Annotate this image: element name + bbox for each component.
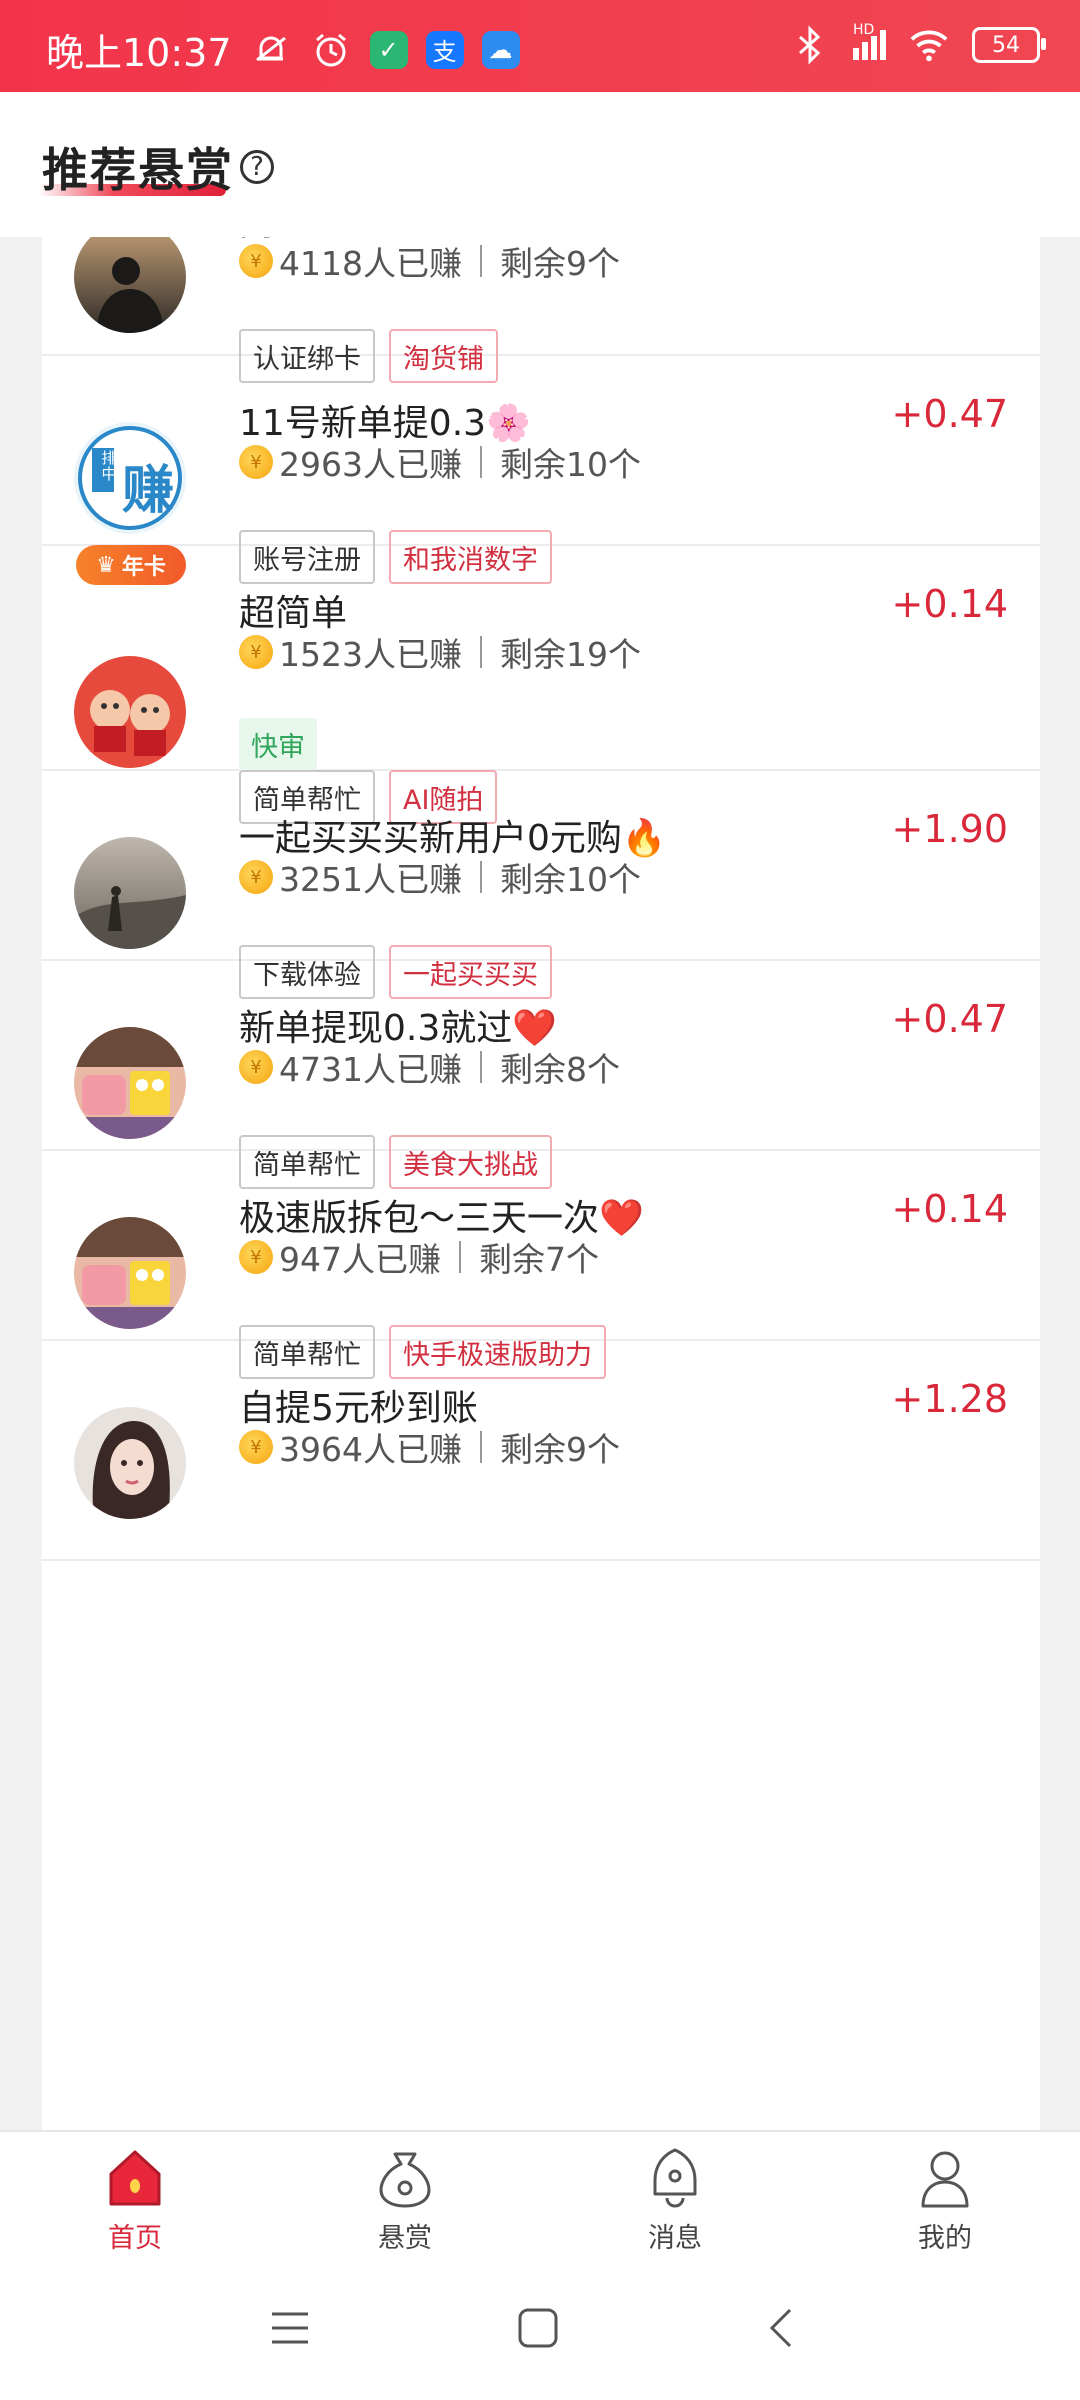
task-avatar — [74, 237, 186, 333]
system-nav-bar — [0, 2262, 1080, 2400]
task-earned-count: 3964人已赚 — [279, 1430, 462, 1469]
network-type: HD — [853, 22, 875, 38]
task-list-item[interactable]: 新单提现0.3就过❤️ +0.47 ¥4731人已赚 剩余8个 简单帮忙 美食大挑战 — [42, 961, 1040, 1189]
coin-icon: ¥ — [239, 860, 273, 894]
task-avatar — [74, 1027, 186, 1139]
task-avatar — [74, 1217, 186, 1329]
task-remaining: 剩余10个 — [499, 445, 641, 484]
task-remaining: 剩余9个 — [499, 1430, 620, 1469]
coin-icon: ¥ — [239, 1430, 273, 1464]
stats-divider — [479, 1051, 482, 1083]
task-avatar — [74, 837, 186, 949]
stats-divider — [479, 245, 482, 277]
stats-divider — [459, 1241, 461, 1273]
nav-home-label: 首页 — [108, 2223, 162, 2254]
home-icon — [109, 2150, 161, 2206]
task-reward: +1.28 — [891, 1377, 1008, 1421]
task-stats: ¥3251人已赚 剩余10个 — [239, 853, 641, 901]
task-list-item[interactable]: 排中赚 ♛ 年卡 11号新单提0.3🌸 +0.47 ¥2963人已赚 剩余10个 账号注册 和我… — [42, 356, 1040, 585]
coin-icon: ¥ — [239, 635, 273, 669]
page-title-text: 推荐悬赏 — [42, 143, 234, 197]
task-avatar — [74, 1407, 186, 1519]
stats-divider — [479, 861, 482, 893]
bottom-nav: 首页 悬赏 消息 我的 — [0, 2130, 1080, 2264]
bell-icon — [653, 2148, 697, 2208]
task-list-item[interactable]: 自提5元秒到账 +1.28 ¥3964人已赚 剩余9个 — [42, 1341, 1040, 1561]
coin-icon: ¥ — [239, 1240, 273, 1274]
status-bar: 晚上10:37 ✓ 支 ☁ HD 54 — [0, 0, 1080, 92]
page-header: 推荐悬赏 ? — [0, 92, 1080, 237]
task-list-item[interactable]: 一起买买买新用户0元购🔥 +1.90 ¥3251人已赚 剩余10个 下载体验 一起买买买 — [42, 771, 1040, 999]
task-remaining: 剩余9个 — [499, 244, 620, 283]
task-reward: +0.14 — [891, 582, 1008, 626]
status-time: 晚上10:37 — [46, 31, 232, 75]
wifi-icon — [908, 24, 950, 66]
coin-icon: ¥ — [239, 445, 273, 479]
battery-level: 54 — [992, 32, 1020, 58]
task-list-item[interactable]: 极速版拆包～三天一次❤️ +0.14 ¥947人已赚 剩余7个 简单帮忙 快手极速版助力 — [42, 1151, 1040, 1379]
page-title: 推荐悬赏 — [38, 134, 234, 200]
coin-icon: ¥ — [239, 1050, 273, 1084]
task-stats: ¥947人已赚 剩余7个 — [239, 1233, 599, 1281]
task-stats: ¥4731人已赚 剩余8个 — [239, 1043, 620, 1091]
mute-bell-icon — [250, 29, 292, 71]
nav-home[interactable]: 首页 — [65, 2146, 205, 2255]
nav-message[interactable]: 消息 — [605, 2146, 745, 2255]
avatar-small-text: 排中 — [101, 449, 117, 483]
home-square-icon[interactable] — [516, 2306, 560, 2350]
menu-icon[interactable] — [268, 2308, 312, 2348]
task-stats: ¥4118人已赚 剩余9个 — [239, 237, 620, 285]
task-list-card: 同一+0.50¥4118人已赚剩余9个认证绑卡淘货铺排中赚♛年卡11号新单提0.… — [42, 237, 1040, 2130]
coin-icon: ¥ — [239, 244, 273, 278]
signal-icon: HD — [853, 22, 886, 60]
alipay-app-icon: 支 — [425, 30, 464, 69]
fast-review-badge: 快审 — [239, 718, 317, 770]
task-remaining: 剩余7个 — [479, 1240, 599, 1279]
avatar-text: 赚 — [122, 461, 175, 521]
profile-icon — [921, 2151, 969, 2208]
bluetooth-icon — [789, 24, 831, 66]
battery-indicator: 54 — [972, 27, 1046, 63]
stats-divider — [479, 1431, 482, 1463]
task-stats: ¥3964人已赚 剩余9个 — [239, 1423, 620, 1471]
nav-reward-label: 悬赏 — [378, 2223, 432, 2254]
shield-app-icon: ✓ — [369, 30, 408, 69]
task-reward: +0.47 — [891, 997, 1008, 1041]
task-list-item[interactable]: 超简单 +0.14 ¥1523人已赚 剩余19个 快审 简单帮忙 AI随拍 — [42, 546, 1040, 824]
task-list-item[interactable]: 同一+0.50¥4118人已赚剩余9个认证绑卡淘货铺 — [42, 237, 1040, 383]
task-earned-count: 4118人已赚 — [279, 244, 462, 283]
task-remaining: 剩余10个 — [499, 860, 641, 899]
task-earned-count: 1523人已赚 — [279, 635, 462, 674]
task-remaining: 剩余19个 — [499, 635, 641, 674]
nav-profile[interactable]: 我的 — [875, 2146, 1015, 2255]
task-earned-count: 2963人已赚 — [279, 445, 462, 484]
back-icon[interactable] — [766, 2306, 796, 2350]
task-earned-count: 947人已赚 — [279, 1240, 441, 1279]
task-reward: +0.47 — [891, 392, 1008, 436]
task-list: 同一+0.50¥4118人已赚剩余9个认证绑卡淘货铺排中赚♛年卡11号新单提0.… — [42, 237, 1040, 1561]
cloud-app-icon: ☁ — [481, 30, 520, 69]
stats-divider — [479, 446, 482, 478]
alarm-icon — [310, 29, 352, 71]
task-earned-count: 4731人已赚 — [279, 1050, 462, 1089]
task-reward: +0.14 — [891, 1187, 1008, 1231]
nav-reward[interactable]: 悬赏 — [335, 2146, 475, 2255]
stats-divider — [479, 636, 482, 668]
task-stats: ¥2963人已赚 剩余10个 — [239, 438, 641, 486]
money-bag-icon — [379, 2152, 431, 2208]
task-earned-count: 3251人已赚 — [279, 860, 462, 899]
task-remaining: 剩余8个 — [499, 1050, 620, 1089]
nav-profile-label: 我的 — [918, 2223, 972, 2254]
nav-message-label: 消息 — [648, 2223, 702, 2254]
task-stats: ¥1523人已赚 剩余19个 — [239, 628, 641, 676]
task-reward: +1.90 — [891, 807, 1008, 851]
help-icon[interactable]: ? — [240, 150, 274, 184]
task-avatar — [74, 656, 186, 768]
